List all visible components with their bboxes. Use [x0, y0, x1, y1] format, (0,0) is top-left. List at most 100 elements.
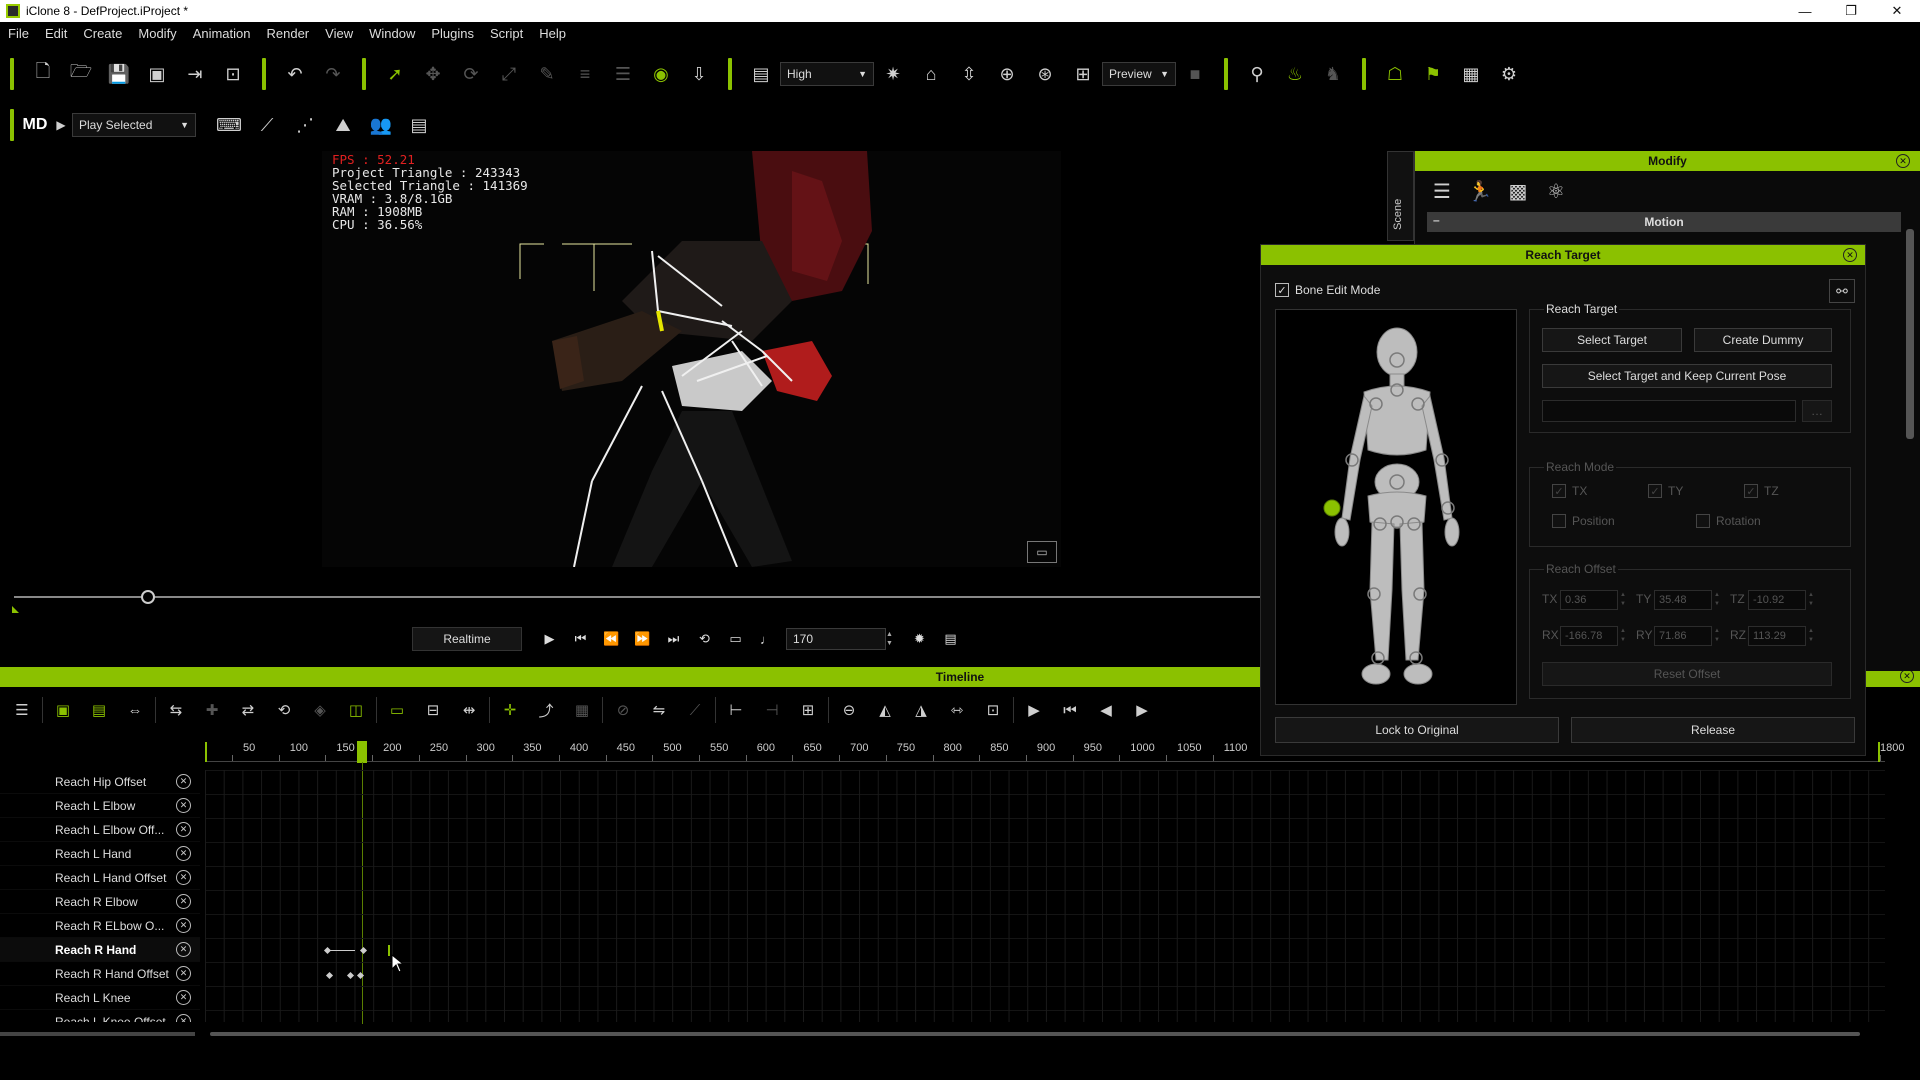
- menu-help[interactable]: Help: [531, 26, 574, 41]
- flag-icon[interactable]: ⚑: [1414, 58, 1452, 90]
- timeline-prev-icon[interactable]: ◀: [1088, 694, 1124, 726]
- minimize-button[interactable]: —: [1782, 0, 1828, 22]
- position-checkbox[interactable]: [1552, 514, 1566, 528]
- keyframe[interactable]: [325, 971, 334, 980]
- collapse-icon[interactable]: –: [1433, 213, 1440, 227]
- light-icon[interactable]: ✷: [874, 58, 912, 90]
- pen-icon[interactable]: ✎: [528, 58, 566, 90]
- settings-sun-icon[interactable]: ✹: [904, 626, 935, 652]
- track-row[interactable]: Reach L Knee✕▸: [0, 986, 200, 1010]
- export-range-icon[interactable]: ⊡: [975, 694, 1011, 726]
- crowd-icon[interactable]: 👥: [362, 109, 400, 141]
- play-icon[interactable]: ▶: [534, 626, 565, 652]
- go-to-end-icon[interactable]: ⏭: [658, 626, 689, 652]
- link-icon[interactable]: ⇔: [117, 694, 153, 726]
- offset-ry-spinner[interactable]: ▲ ▼: [1714, 626, 1723, 646]
- rotate-icon[interactable]: ⟳: [452, 58, 490, 90]
- camera-view-icon[interactable]: ⊛: [1026, 58, 1064, 90]
- node-path-icon[interactable]: ⋰: [286, 109, 324, 141]
- drop-to-floor-icon[interactable]: ⇩: [680, 58, 718, 90]
- keyframe[interactable]: [356, 971, 365, 980]
- subtitle-icon[interactable]: ▭: [720, 626, 751, 652]
- track-row[interactable]: Reach L Elbow✕▸: [0, 794, 200, 818]
- move-icon[interactable]: ✥: [414, 58, 452, 90]
- screen-capture-icon[interactable]: ⊞: [1064, 58, 1102, 90]
- 3d-viewport[interactable]: FPS : 52.21 Project Triangle : 243343 Se…: [322, 151, 1061, 567]
- quality-dropdown[interactable]: High ▼: [780, 62, 874, 86]
- remove-track-icon[interactable]: ✕: [176, 822, 191, 837]
- puppet-icon[interactable]: ♞: [1314, 58, 1352, 90]
- clipboard-icon[interactable]: ▦: [1452, 58, 1490, 90]
- menu-plugins[interactable]: Plugins: [423, 26, 482, 41]
- menu-animation[interactable]: Animation: [185, 26, 259, 41]
- fit-icon[interactable]: ⇳: [950, 58, 988, 90]
- motion-director-logo-icon[interactable]: MD: [20, 109, 50, 141]
- track-row[interactable]: Reach L Hand✕▸: [0, 842, 200, 866]
- track-row[interactable]: Reach Hip Offset✕▸: [0, 770, 200, 794]
- fit-range-icon[interactable]: ⇹: [451, 694, 487, 726]
- track-row[interactable]: Reach L Hand Offset✕▸: [0, 866, 200, 890]
- bake-icon[interactable]: ▦: [564, 694, 600, 726]
- offset-rz-spinner[interactable]: ▲ ▼: [1808, 626, 1817, 646]
- fit-all-icon[interactable]: ⇿: [939, 694, 975, 726]
- project-settings-icon[interactable]: ▣: [138, 58, 176, 90]
- trim-icon[interactable]: ⊟: [415, 694, 451, 726]
- next-frame-icon[interactable]: ⏩: [627, 626, 658, 652]
- track-row[interactable]: Reach R Hand✕▸: [0, 938, 200, 962]
- menu-script[interactable]: Script: [482, 26, 531, 41]
- insert-icon[interactable]: ⊢: [718, 694, 754, 726]
- ty-checkbox[interactable]: ✓: [1648, 484, 1662, 498]
- offset-tx-spinner[interactable]: ▲ ▼: [1620, 590, 1629, 610]
- close-icon[interactable]: ✕: [1896, 154, 1910, 168]
- scene-tab[interactable]: Scene: [1387, 151, 1414, 241]
- maximize-button[interactable]: ❐: [1828, 0, 1874, 22]
- previous-frame-icon[interactable]: ⏪: [596, 626, 627, 652]
- tx-checkbox[interactable]: ✓: [1552, 484, 1566, 498]
- browse-more-icon[interactable]: …: [1802, 400, 1832, 422]
- select-target-button[interactable]: Select Target: [1542, 328, 1682, 352]
- loop-key-icon[interactable]: ⟲: [266, 694, 302, 726]
- menu-modify[interactable]: Modify: [130, 26, 184, 41]
- body-figure-selector[interactable]: [1275, 309, 1517, 705]
- modify-panel-scrollbar[interactable]: [1906, 229, 1914, 439]
- go-to-start-icon[interactable]: ⏮: [565, 626, 596, 652]
- remove-track-icon[interactable]: ✕: [176, 846, 191, 861]
- motion-icon[interactable]: ☖: [1376, 58, 1414, 90]
- range-end-marker[interactable]: [1878, 742, 1880, 762]
- offset-rx-input[interactable]: -166.78: [1560, 626, 1618, 646]
- range-icon[interactable]: ◫: [338, 694, 374, 726]
- timeline-toggle-icon[interactable]: ▤: [935, 626, 966, 652]
- remove-track-icon[interactable]: ✕: [176, 798, 191, 813]
- close-icon[interactable]: ✕: [1843, 248, 1857, 262]
- split-icon[interactable]: ⊞: [790, 694, 826, 726]
- timeline-play-icon[interactable]: ▶: [1016, 694, 1052, 726]
- offset-tz-input[interactable]: -10.92: [1748, 590, 1806, 610]
- remove-track-icon[interactable]: ✕: [176, 870, 191, 885]
- remove-track-icon[interactable]: ✕: [176, 1014, 191, 1022]
- offset-tx-input[interactable]: 0.36: [1560, 590, 1618, 610]
- remove-track-icon[interactable]: ✕: [176, 894, 191, 909]
- script-icon[interactable]: ▤: [400, 109, 438, 141]
- motion-section-header[interactable]: – Motion: [1427, 212, 1901, 232]
- redo-icon[interactable]: ↷: [314, 58, 352, 90]
- clip-icon[interactable]: ▭: [379, 694, 415, 726]
- distribute-icon[interactable]: ☰: [604, 58, 642, 90]
- menu-view[interactable]: View: [317, 26, 361, 41]
- menu-render[interactable]: Render: [259, 26, 318, 41]
- usd-export-icon[interactable]: ⊡: [214, 58, 252, 90]
- release-button[interactable]: Release: [1571, 717, 1855, 743]
- offset-tz-spinner[interactable]: ▲ ▼: [1808, 590, 1817, 610]
- timeline-start-icon[interactable]: ⏮: [1052, 694, 1088, 726]
- physics-atom-icon[interactable]: ⚛: [1537, 175, 1575, 207]
- lock-to-original-button[interactable]: Lock to Original: [1275, 717, 1559, 743]
- timeline-horizontal-scrollbar[interactable]: [210, 1032, 1860, 1036]
- keyframe[interactable]: [359, 946, 368, 955]
- sliders-icon[interactable]: ☰: [1423, 175, 1461, 207]
- zoom-out-icon[interactable]: ⊖: [831, 694, 867, 726]
- keyframe[interactable]: [323, 946, 332, 955]
- track-row[interactable]: Reach L Elbow Off...✕▸: [0, 818, 200, 842]
- sync-icon[interactable]: ⇋: [641, 694, 677, 726]
- play-circle-icon[interactable]: ▶: [50, 109, 72, 141]
- add-clip-icon[interactable]: ✛: [492, 694, 528, 726]
- mirror-icon[interactable]: ◭: [867, 694, 903, 726]
